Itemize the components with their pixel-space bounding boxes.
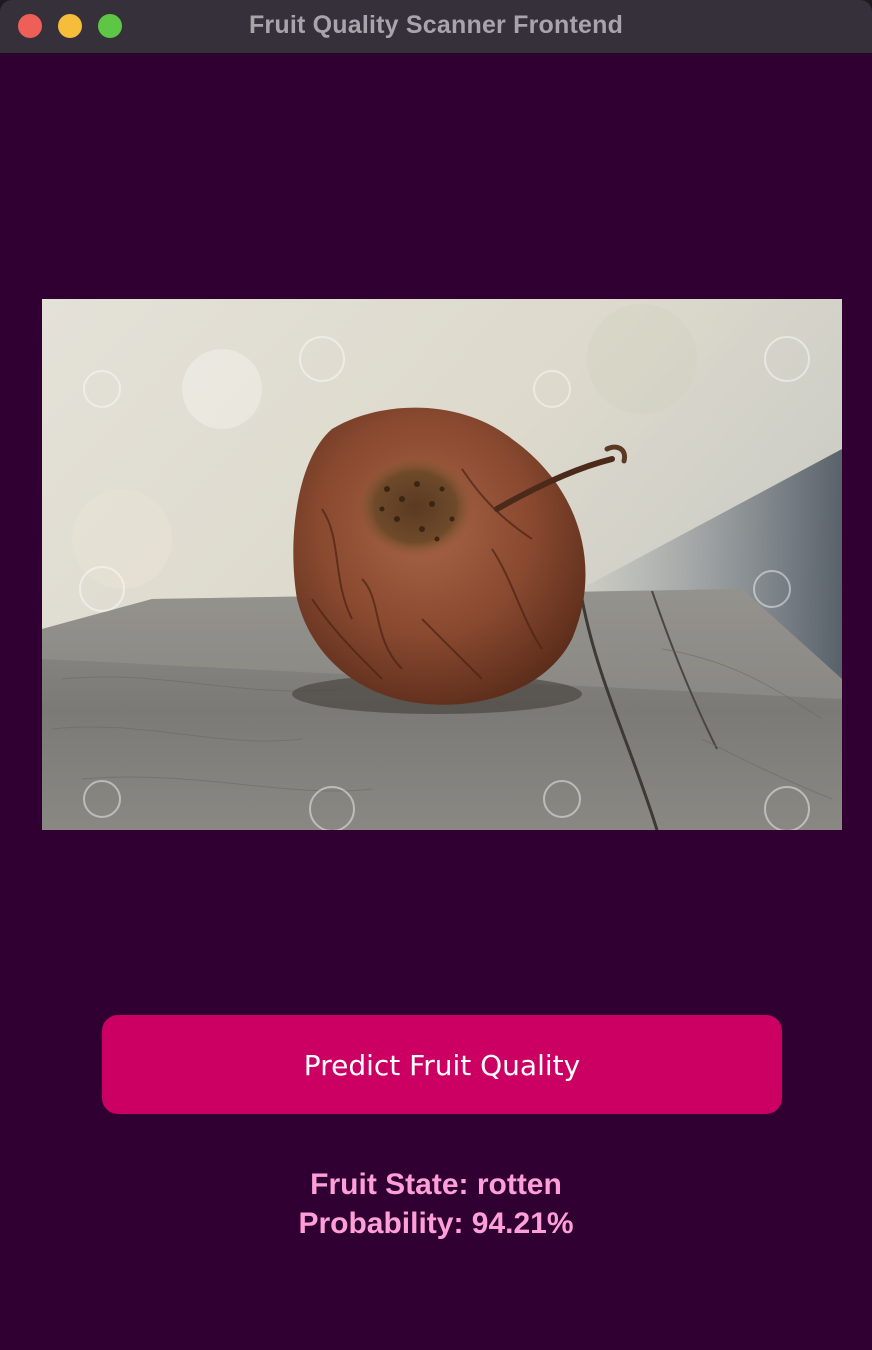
probability-label: Probability: 94.21% [298,1207,574,1240]
fruit-image [42,299,842,830]
title-bar: Fruit Quality Scanner Frontend [0,0,872,54]
window-title: Fruit Quality Scanner Frontend [248,11,624,39]
predict-fruit-quality-button[interactable]: Predict Fruit Quality [102,1015,782,1114]
fruit-state-label: Fruit State: rotten [310,1168,562,1201]
app-window: Fruit Quality Scanner Frontend Predict F… [0,0,872,1350]
